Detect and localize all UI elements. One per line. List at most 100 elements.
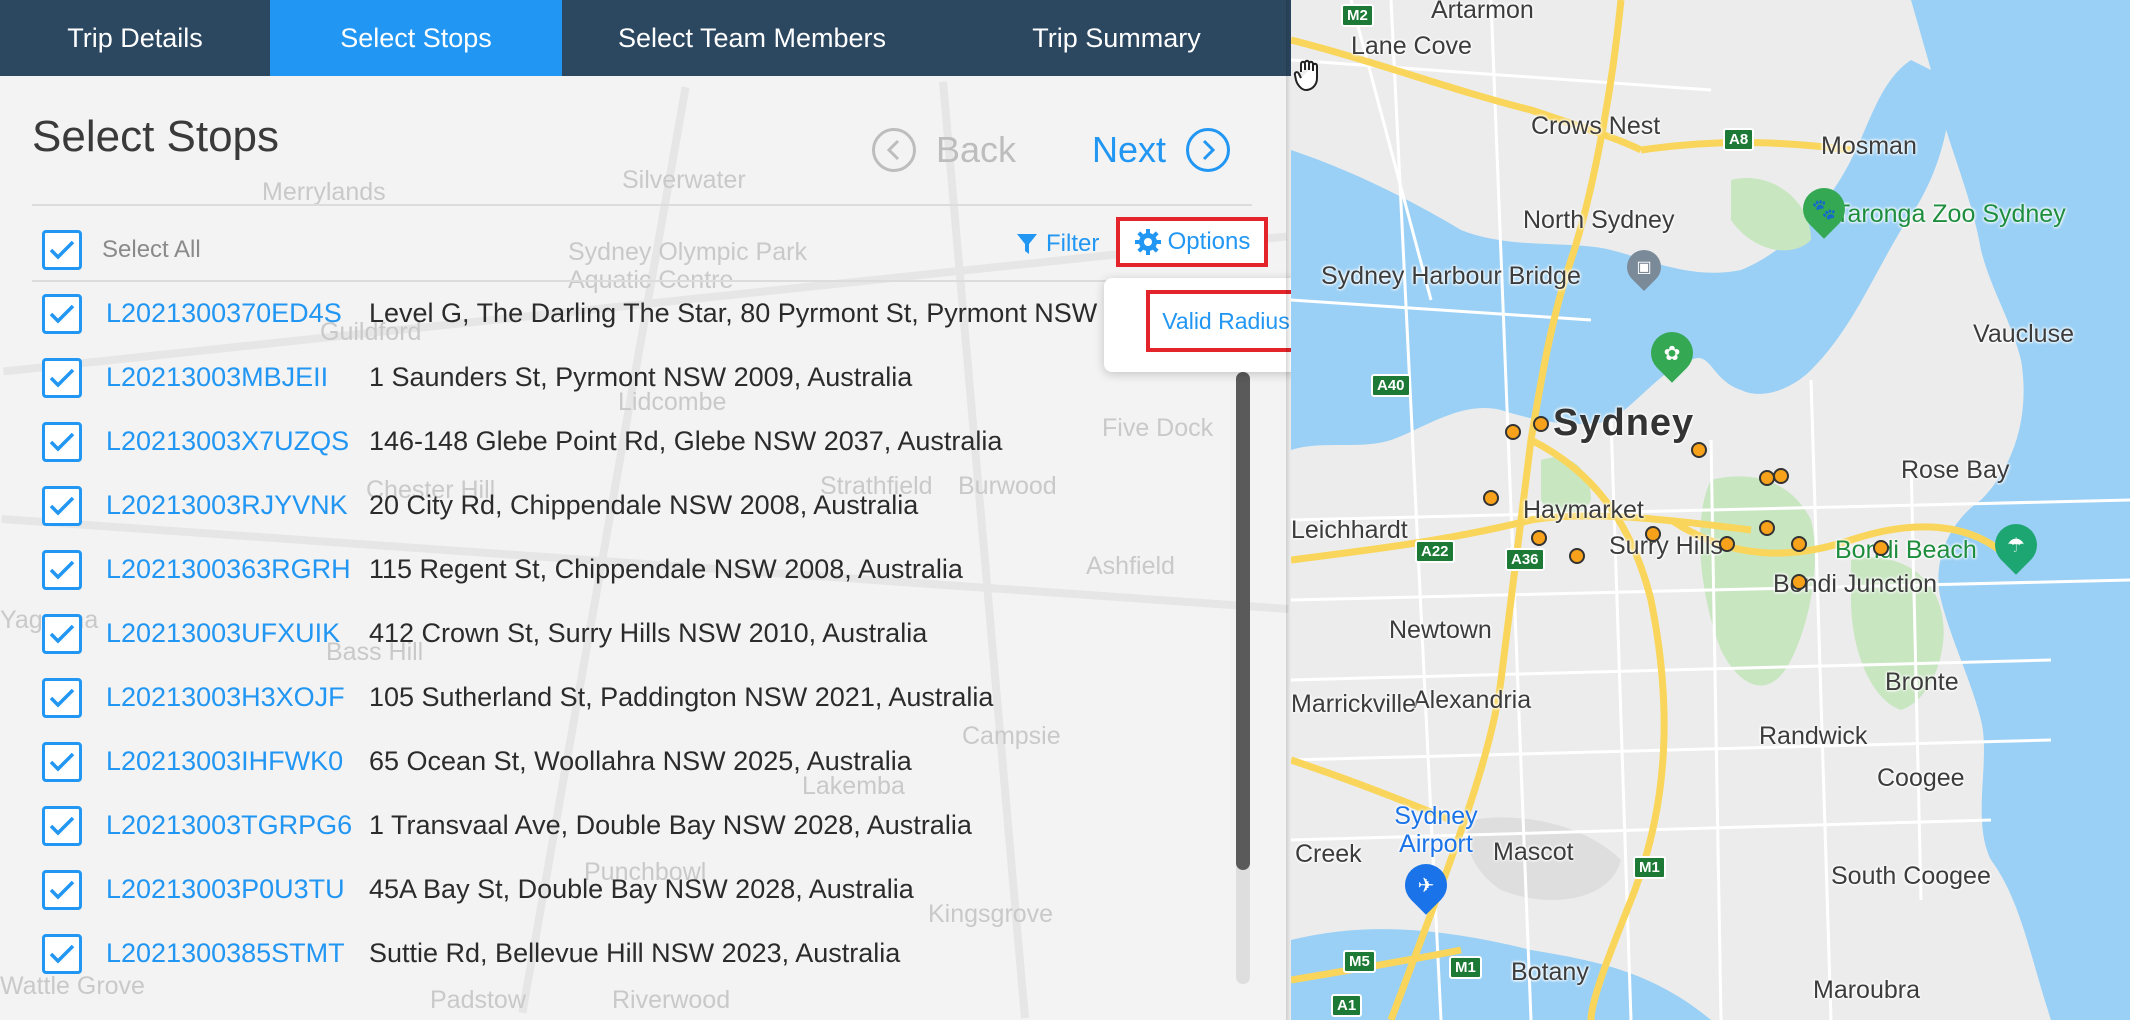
stop-checkbox[interactable] (42, 422, 82, 462)
stop-code-link[interactable]: L2021300370ED4S (106, 298, 342, 329)
filter-icon (1017, 234, 1037, 254)
map-label: North Sydney (1523, 206, 1675, 234)
check-icon (49, 688, 75, 708)
stop-address: 1 Saunders St, Pyrmont NSW 2009, Austral… (369, 362, 913, 392)
stop-code-link[interactable]: L20213003RJYVNK (106, 490, 348, 521)
stop-code-link[interactable]: L2021300385STMT (106, 938, 345, 969)
road-shield: M1 (1449, 956, 1482, 979)
stop-marker[interactable] (1873, 540, 1889, 556)
gear-icon (1134, 229, 1161, 255)
map-label: Creek (1295, 840, 1362, 868)
stop-code-link[interactable]: L20213003TGRPG6 (106, 810, 352, 841)
scrollbar-thumb[interactable] (1236, 372, 1250, 870)
tab-trip-details[interactable]: Trip Details (0, 0, 270, 76)
stop-checkbox[interactable] (42, 934, 82, 974)
stops-panel: Merrylands Silverwater Sydney Olympic Pa… (0, 0, 1291, 1020)
map-label: Sydney (1553, 402, 1695, 444)
tab-trip-summary[interactable]: Trip Summary (942, 0, 1291, 76)
back-button[interactable]: Back (872, 122, 1016, 178)
stop-marker[interactable] (1719, 536, 1735, 552)
map-label: Leichhardt (1291, 516, 1408, 544)
options-label: Options (1167, 228, 1251, 255)
select-all-checkbox[interactable] (42, 230, 82, 270)
stop-checkbox[interactable] (42, 486, 82, 526)
stop-marker[interactable] (1505, 424, 1521, 440)
list-item[interactable]: L20213003P0U3TU 45A Bay St, Double Bay NS… (0, 858, 1240, 922)
stop-checkbox[interactable] (42, 550, 82, 590)
check-icon (49, 304, 75, 324)
list-item[interactable]: L2021300363RGRH 115 Regent St, Chippendal… (0, 538, 1240, 602)
road-shield: M5 (1343, 950, 1376, 973)
stop-marker[interactable] (1791, 536, 1807, 552)
stop-checkbox[interactable] (42, 806, 82, 846)
list-item[interactable]: L20213003MBJEII 1 Saunders St, Pyrmont NS… (0, 346, 1240, 410)
tab-select-team-members[interactable]: Select Team Members (562, 0, 942, 76)
stop-code-link[interactable]: L2021300363RGRH (106, 554, 351, 585)
beach-pin-icon: ☂ (1986, 515, 2046, 575)
stop-marker[interactable] (1773, 468, 1789, 484)
zoo-pin-icon: 🐾 (1794, 179, 1854, 239)
stop-marker[interactable] (1531, 530, 1547, 546)
tab-label: Trip Details (67, 22, 203, 53)
list-item[interactable]: L2021300385STMT Suttie Rd, Bellevue Hill … (0, 922, 1240, 986)
check-icon (49, 752, 75, 772)
map-label: Coogee (1877, 764, 1965, 792)
stop-checkbox[interactable] (42, 742, 82, 782)
map-label: Crows Nest (1531, 112, 1661, 140)
page-title: Select Stops (32, 112, 280, 161)
stop-checkbox[interactable] (42, 358, 82, 398)
bg-label: Padstow (430, 986, 526, 1014)
options-button[interactable]: Options (1116, 217, 1268, 267)
stop-checkbox[interactable] (42, 870, 82, 910)
stop-marker[interactable] (1691, 442, 1707, 458)
list-item[interactable]: L20213003UFXUIK 412 Crown St, Surry Hills… (0, 602, 1240, 666)
road-shield: A8 (1723, 128, 1755, 151)
stop-marker[interactable] (1569, 548, 1585, 564)
map-label: Surry Hills (1609, 532, 1723, 560)
stop-code-link[interactable]: L20213003H3XOJF (106, 682, 345, 713)
check-icon (49, 560, 75, 580)
stop-marker[interactable] (1759, 520, 1775, 536)
map[interactable]: Artarmon Lane Cove Crows Nest Mosman Nor… (1291, 0, 2130, 1020)
hand-cursor-icon (1293, 59, 1318, 92)
stop-code-link[interactable]: L20213003UFXUIK (106, 618, 340, 649)
list-item[interactable]: L20213003TGRPG6 1 Transvaal Ave, Double B… (0, 794, 1240, 858)
next-button[interactable]: Next (1092, 122, 1231, 178)
options-dropdown-menu: Valid Radius (1104, 278, 1291, 372)
stop-checkbox[interactable] (42, 294, 82, 334)
check-icon (49, 368, 75, 388)
filter-button[interactable]: Filter (1016, 230, 1099, 258)
tab-select-stops[interactable]: Select Stops (270, 0, 562, 76)
road-shield: A1 (1331, 994, 1363, 1017)
stop-marker[interactable] (1483, 490, 1499, 506)
list-item[interactable]: L20213003H3XOJF 105 Sutherland St, Paddin… (0, 666, 1240, 730)
menu-item-valid-radius[interactable]: Valid Radius (1146, 290, 1291, 352)
chevron-left-icon (872, 128, 916, 172)
map-label: Randwick (1759, 722, 1868, 750)
list-item[interactable]: L2021300370ED4S Level G, The Darling The … (0, 282, 1240, 346)
stop-checkbox[interactable] (42, 678, 82, 718)
list-item[interactable]: L20213003RJYVNK 20 City Rd, Chippendale N… (0, 474, 1240, 538)
map-label: Botany (1511, 958, 1589, 986)
check-icon (49, 880, 75, 900)
map-label: Vaucluse (1973, 320, 2074, 348)
list-item[interactable]: L20213003X7UZQS 146-148 Glebe Point Rd, G… (0, 410, 1240, 474)
road-shield: M2 (1341, 4, 1374, 27)
tab-label: Trip Summary (1032, 22, 1201, 53)
stop-code-link[interactable]: L20213003P0U3TU (106, 874, 345, 905)
stop-address: Level G, The Darling The Star, 80 Pyrmon… (369, 298, 1120, 328)
bg-label: Riverwood (612, 986, 731, 1014)
stop-code-link[interactable]: L20213003X7UZQS (106, 426, 349, 457)
map-label: Alexandria (1413, 686, 1532, 714)
stop-marker[interactable] (1791, 574, 1807, 590)
map-label: Maroubra (1813, 976, 1920, 1004)
stop-checkbox[interactable] (42, 614, 82, 654)
map-label: South Coogee (1831, 862, 1991, 890)
stop-marker[interactable] (1533, 416, 1549, 432)
stop-code-link[interactable]: L20213003IHFWK0 (106, 746, 343, 777)
stop-marker[interactable] (1645, 526, 1661, 542)
stop-code-link[interactable]: L20213003MBJEII (106, 362, 328, 393)
list-item[interactable]: L20213003IHFWK0 65 Ocean St, Woollahra NS… (0, 730, 1240, 794)
map-label: Mascot (1493, 838, 1574, 866)
stop-address: 45A Bay St, Double Bay NSW 2028, Austral… (369, 874, 914, 904)
